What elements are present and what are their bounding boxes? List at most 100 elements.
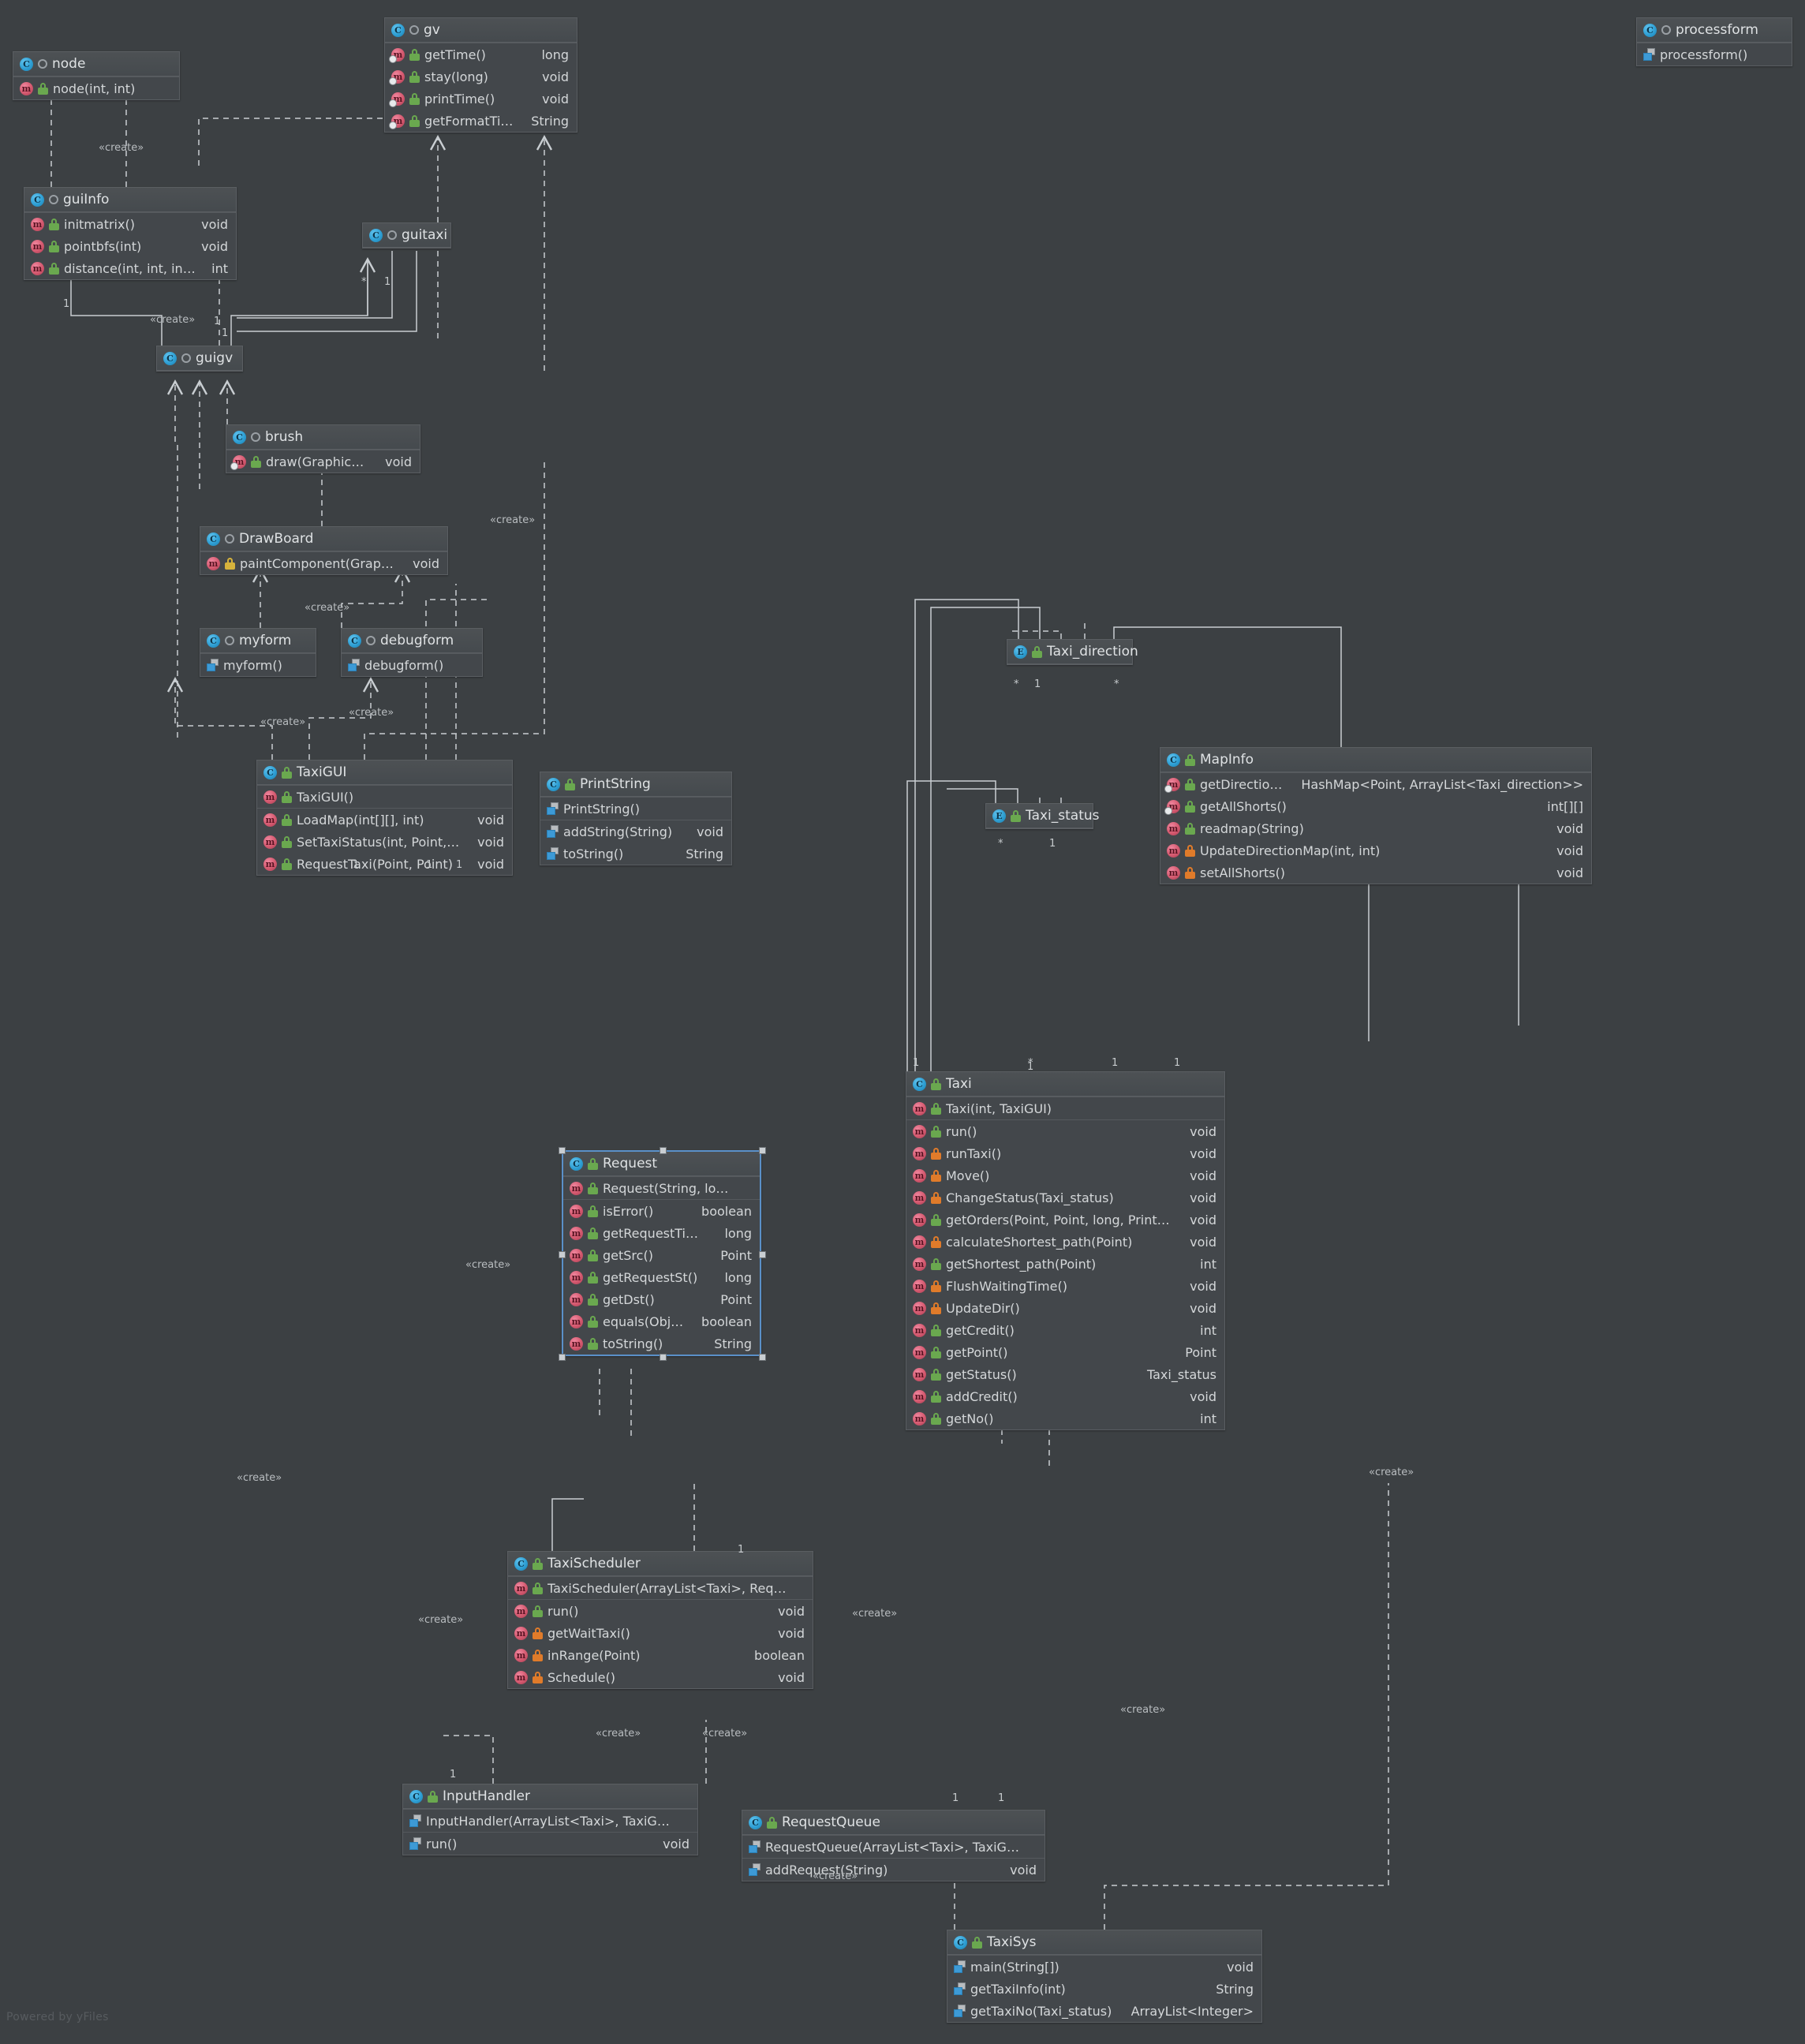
member-row[interactable]: m pointbfs(int) void xyxy=(24,235,236,257)
member-row[interactable]: addRequest(String) void xyxy=(742,1859,1045,1881)
member-row[interactable]: addString(String) void xyxy=(540,820,731,843)
class-header-guiInfo[interactable]: CguiInfo xyxy=(24,188,236,212)
class-node-guitaxi[interactable]: Cguitaxi xyxy=(362,222,451,248)
class-node-node[interactable]: Cnode m node(int, int) xyxy=(13,51,180,100)
member-row[interactable]: m calculateShortest_path(Point) void xyxy=(906,1231,1224,1253)
member-row[interactable]: m inRange(Point) boolean xyxy=(508,1644,813,1666)
member-row[interactable]: m UpdateDirectionMap(int, int) void xyxy=(1160,839,1591,861)
member-row[interactable]: m getDst() Point xyxy=(563,1288,760,1310)
member-row[interactable]: m UpdateDir() void xyxy=(906,1297,1224,1319)
member-row[interactable]: m run() void xyxy=(508,1600,813,1622)
class-header-PrintString[interactable]: C PrintString xyxy=(540,772,731,797)
class-node-Taxi_direction[interactable]: E Taxi_direction xyxy=(1007,639,1138,665)
class-node-TaxiGUI[interactable]: C TaxiGUI m TaxiGUI() m LoadMap(int[][], int)… xyxy=(256,760,513,876)
class-header-processform[interactable]: Cprocessform xyxy=(1637,18,1792,43)
class-node-Request[interactable]: C Request m Request(String, long) m isError()… xyxy=(562,1150,761,1356)
class-header-InputHandler[interactable]: C InputHandler xyxy=(403,1784,697,1809)
member-row[interactable]: m printTime() void xyxy=(385,88,577,110)
member-row[interactable]: debugform() xyxy=(342,654,482,676)
member-row[interactable]: m initmatrix() void xyxy=(24,213,236,235)
member-row[interactable]: m getWaitTaxi() void xyxy=(508,1622,813,1644)
class-node-debugform[interactable]: Cdebugform debugform() xyxy=(341,628,483,677)
member-row[interactable]: m getDirectionMap() HashMap<Point, ArrayLi… xyxy=(1160,773,1591,795)
member-row[interactable]: m getAllShorts() int[][] xyxy=(1160,795,1591,817)
member-row[interactable]: m toString() String xyxy=(563,1332,760,1355)
class-node-brush[interactable]: Cbrush m draw(Graphics2D) void xyxy=(226,424,420,473)
selection-handle-7[interactable] xyxy=(759,1354,766,1361)
member-row[interactable]: m getRequestSt() long xyxy=(563,1266,760,1288)
selection-handle-0[interactable] xyxy=(559,1147,566,1154)
class-header-myform[interactable]: Cmyform xyxy=(200,629,316,653)
member-row[interactable]: m getPoint() Point xyxy=(906,1341,1224,1363)
class-header-RequestQueue[interactable]: C RequestQueue xyxy=(742,1810,1045,1835)
member-row[interactable]: toString() String xyxy=(540,843,731,865)
member-row[interactable]: m getRequestTime() long xyxy=(563,1222,760,1244)
member-row[interactable]: PrintString() xyxy=(540,798,731,820)
class-node-Taxi_status[interactable]: E Taxi_status xyxy=(985,803,1100,829)
member-row[interactable]: m node(int, int) xyxy=(13,77,179,99)
class-node-TaxiSys[interactable]: C TaxiSys main(String[]) void getTaxiInfo(in… xyxy=(947,1930,1262,2023)
class-header-Taxi_status[interactable]: E Taxi_status xyxy=(986,804,1100,828)
member-row[interactable]: RequestQueue(ArrayList<Taxi>, TaxiGUI) xyxy=(742,1836,1045,1858)
class-header-TaxiGUI[interactable]: C TaxiGUI xyxy=(257,760,512,785)
member-row[interactable]: InputHandler(ArrayList<Taxi>, TaxiGUI) xyxy=(403,1810,697,1832)
class-header-TaxiScheduler[interactable]: C TaxiScheduler xyxy=(508,1552,813,1576)
class-header-Taxi_direction[interactable]: E Taxi_direction xyxy=(1007,640,1138,664)
member-row[interactable]: m FlushWaitingTime() void xyxy=(906,1275,1224,1297)
member-row[interactable]: getTaxiNo(Taxi_status) ArrayList<Integer> xyxy=(947,2000,1261,2022)
member-row[interactable]: m addCredit() void xyxy=(906,1385,1224,1407)
member-row[interactable]: m getTime() long xyxy=(385,43,577,65)
class-node-RequestQueue[interactable]: C RequestQueue RequestQueue(ArrayList<Taxi… xyxy=(742,1810,1045,1881)
class-node-InputHandler[interactable]: C InputHandler InputHandler(ArrayList<Taxi… xyxy=(402,1784,698,1855)
member-row[interactable]: run() void xyxy=(403,1833,697,1855)
selection-handle-2[interactable] xyxy=(759,1147,766,1154)
selection-handle-3[interactable] xyxy=(559,1250,566,1258)
member-row[interactable]: m getOrders(Point, Point, long, PrintStri… xyxy=(906,1209,1224,1231)
member-row[interactable]: m getCredit() int xyxy=(906,1319,1224,1341)
class-node-myform[interactable]: Cmyform myform() xyxy=(200,628,316,677)
member-row[interactable]: m isError() boolean xyxy=(563,1200,760,1222)
member-row[interactable]: m Taxi(int, TaxiGUI) xyxy=(906,1097,1224,1119)
member-row[interactable]: m setAllShorts() void xyxy=(1160,861,1591,884)
class-header-gv[interactable]: Cgv xyxy=(385,18,577,43)
selection-handle-6[interactable] xyxy=(659,1354,667,1361)
class-header-MapInfo[interactable]: C MapInfo xyxy=(1160,748,1591,772)
selection-handle-1[interactable] xyxy=(659,1147,667,1154)
class-header-guigv[interactable]: Cguigv xyxy=(157,346,242,371)
member-row[interactable]: m readmap(String) void xyxy=(1160,817,1591,839)
class-node-guigv[interactable]: Cguigv xyxy=(156,346,243,372)
member-row[interactable]: m getShortest_path(Point) int xyxy=(906,1253,1224,1275)
member-row[interactable]: m draw(Graphics2D) void xyxy=(226,450,420,473)
member-row[interactable]: myform() xyxy=(200,654,316,676)
member-row[interactable]: m equals(Object) boolean xyxy=(563,1310,760,1332)
member-row[interactable]: m Move() void xyxy=(906,1164,1224,1186)
selection-handle-4[interactable] xyxy=(759,1250,766,1258)
class-node-gv[interactable]: Cgv m getTime() long m stay(long) void m printTi… xyxy=(384,17,577,133)
class-header-brush[interactable]: Cbrush xyxy=(226,425,420,450)
diagram-canvas[interactable]: Cnode m node(int, int) Cgv m getTime() long m st… xyxy=(0,0,1805,2044)
member-row[interactable]: m paintComponent(Graphics) void xyxy=(200,552,447,574)
member-row[interactable]: m TaxiGUI() xyxy=(257,786,512,808)
selection-handle-5[interactable] xyxy=(559,1354,566,1361)
member-row[interactable]: m getNo() int xyxy=(906,1407,1224,1429)
class-node-TaxiScheduler[interactable]: C TaxiScheduler m TaxiScheduler(ArrayList<T… xyxy=(507,1551,813,1689)
member-row[interactable]: main(String[]) void xyxy=(947,1956,1261,1978)
class-header-guitaxi[interactable]: Cguitaxi xyxy=(363,223,450,248)
member-row[interactable]: m stay(long) void xyxy=(385,65,577,88)
member-row[interactable]: m runTaxi() void xyxy=(906,1142,1224,1164)
member-row[interactable]: m Request(String, long) xyxy=(563,1177,760,1199)
member-row[interactable]: getTaxiInfo(int) String xyxy=(947,1978,1261,2000)
class-node-guiInfo[interactable]: CguiInfo m initmatrix() void m pointbfs(int) v… xyxy=(24,187,237,280)
class-node-processform[interactable]: Cprocessform processform() xyxy=(1636,17,1792,66)
class-node-PrintString[interactable]: C PrintString PrintString() addString(Strin… xyxy=(540,772,732,865)
member-row[interactable]: m ChangeStatus(Taxi_status) void xyxy=(906,1186,1224,1209)
class-header-debugform[interactable]: Cdebugform xyxy=(342,629,482,653)
member-row[interactable]: processform() xyxy=(1637,43,1792,65)
member-row[interactable]: m getStatus() Taxi_status xyxy=(906,1363,1224,1385)
class-node-Taxi[interactable]: C Taxi m Taxi(int, TaxiGUI) m run() void m runTa… xyxy=(906,1071,1225,1430)
class-node-DrawBoard[interactable]: C DrawBoard m paintComponent(Graphics) void xyxy=(200,526,448,575)
member-row[interactable]: m RequestTaxi(Point, Point) void xyxy=(257,853,512,875)
member-row[interactable]: m getSrc() Point xyxy=(563,1244,760,1266)
member-row[interactable]: m LoadMap(int[][], int) void xyxy=(257,809,512,831)
member-row[interactable]: m SetTaxiStatus(int, Point, int) void xyxy=(257,831,512,853)
